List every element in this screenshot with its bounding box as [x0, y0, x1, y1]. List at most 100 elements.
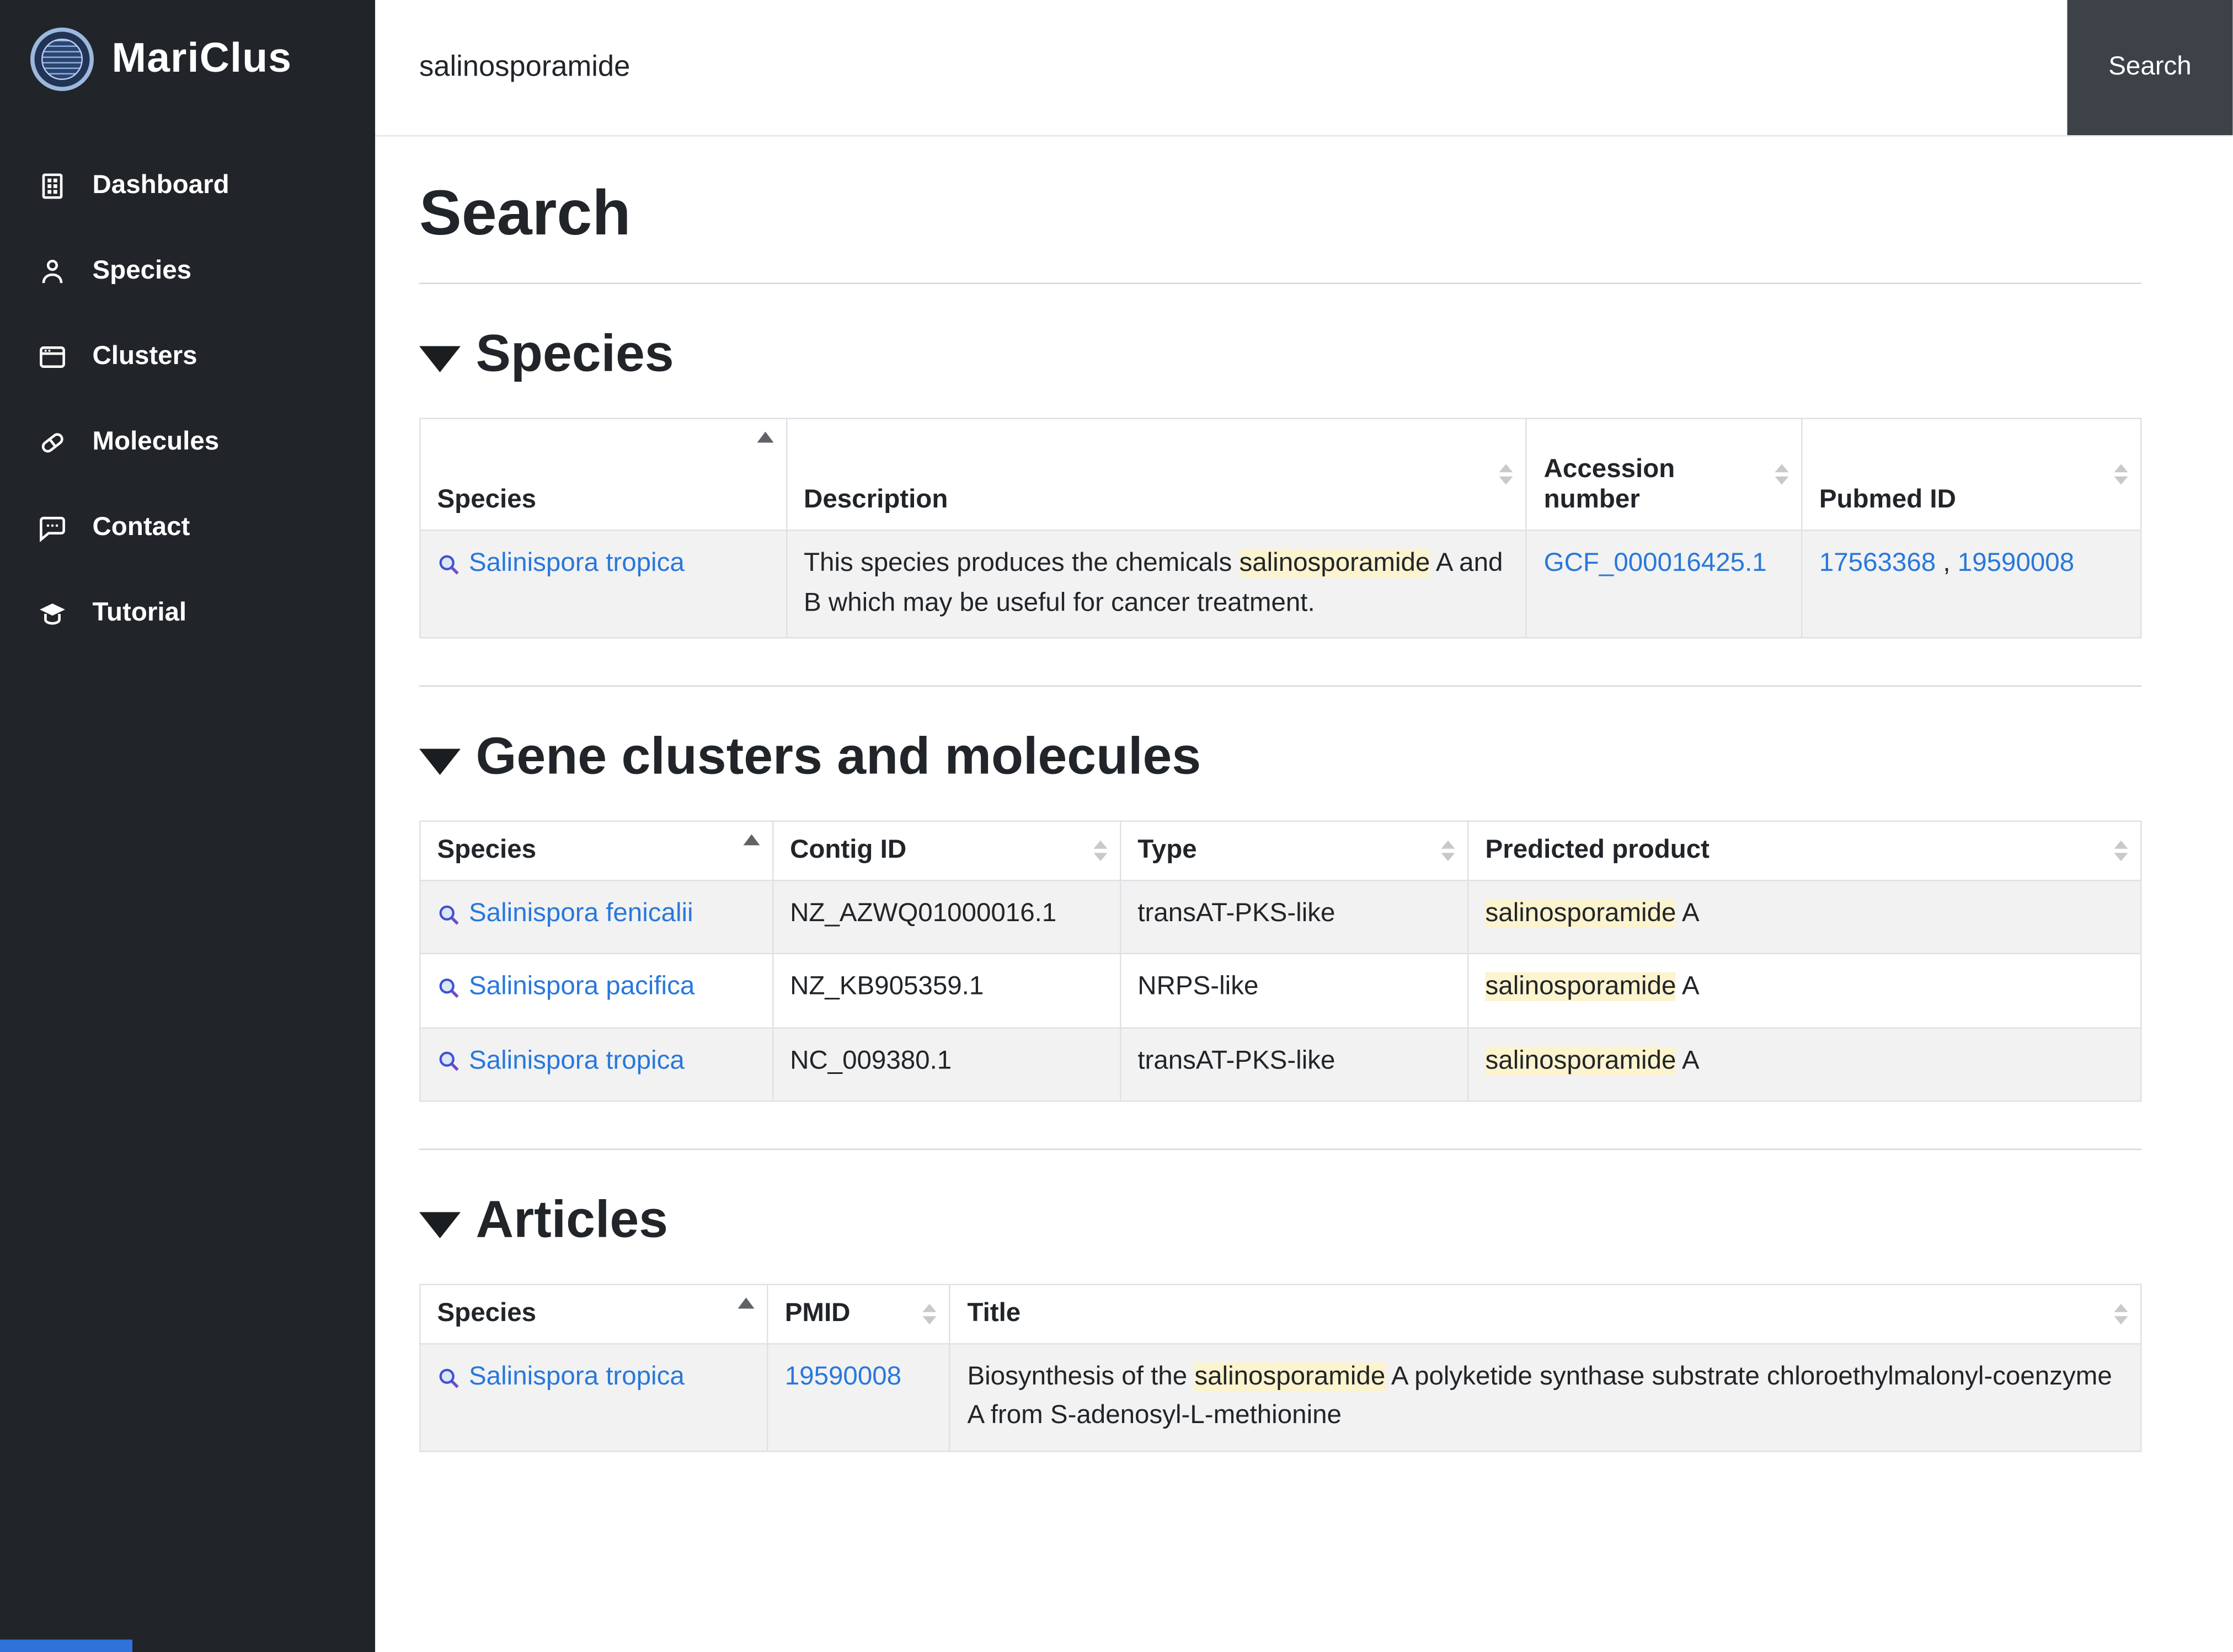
articles-section: Articles Species PMID Title Salinispora … — [419, 1191, 2142, 1452]
contact-icon — [36, 512, 69, 545]
pmid-link[interactable]: 19590008 — [785, 1362, 901, 1391]
brand[interactable]: MariClus — [0, 0, 375, 113]
column-header-product[interactable]: Predicted product — [1467, 820, 2142, 881]
pubmed-cell: 17563368 , 19590008 — [1801, 530, 2142, 639]
page-title: Search — [419, 177, 631, 248]
column-header-species[interactable]: Species — [419, 820, 774, 881]
search-button[interactable]: Search — [2067, 0, 2233, 135]
column-header-title[interactable]: Title — [949, 1283, 2142, 1344]
sidebar-item-clusters[interactable]: Clusters — [0, 314, 375, 400]
species-cell: Salinispora tropica — [419, 530, 788, 639]
sidebar-item-dashboard[interactable]: Dashboard — [0, 143, 375, 229]
species-icon — [36, 255, 69, 288]
highlight: salinosporamide — [1485, 899, 1676, 928]
contig-cell: NC_009380.1 — [772, 1027, 1121, 1102]
articles-section-header[interactable]: Articles — [419, 1191, 2142, 1250]
magnifier-icon — [437, 1366, 461, 1389]
sidebar-item-label: Dashboard — [92, 171, 229, 200]
molecules-icon — [36, 426, 69, 459]
highlight: salinosporamide — [1194, 1362, 1386, 1391]
sort-icon — [1775, 464, 1789, 485]
gene-clusters-section-header[interactable]: Gene clusters and molecules — [419, 728, 2142, 788]
product-cell: salinosporamide A — [1467, 879, 2142, 955]
sidebar-item-contact[interactable]: Contact — [0, 485, 375, 571]
dashboard-icon — [36, 170, 69, 203]
sort-icon — [2114, 840, 2128, 862]
column-header-description[interactable]: Description — [786, 418, 1527, 531]
pubmed-link[interactable]: 17563368 — [1819, 549, 1936, 578]
highlight: salinosporamide — [1485, 1046, 1676, 1075]
sort-ascending-icon — [757, 431, 774, 443]
accession-cell: GCF_000016425.1 — [1526, 530, 1803, 639]
table-row: Salinispora pacifica NZ_KB905359.1 NRPS-… — [419, 953, 2142, 1028]
table-row: Salinispora fenicalii NZ_AZWQ01000016.1 … — [419, 879, 2142, 955]
main-content: Search Species Species Description Acces… — [375, 137, 2233, 1452]
sidebar-item-label: Species — [92, 256, 192, 286]
collapse-icon — [419, 749, 461, 775]
sidebar-item-molecules[interactable]: Molecules — [0, 400, 375, 485]
column-header-species[interactable]: Species — [419, 418, 788, 531]
species-section: Species Species Description Accession nu… — [419, 325, 2142, 639]
search-input[interactable] — [375, 0, 2068, 135]
column-header-pubmed[interactable]: Pubmed ID — [1801, 418, 2142, 531]
table-row: Salinispora tropica This species produce… — [419, 530, 2142, 639]
sort-ascending-icon — [738, 1297, 755, 1308]
magnifier-icon — [437, 976, 461, 1000]
species-section-title: Species — [476, 325, 674, 383]
species-link[interactable]: Salinispora fenicalii — [437, 895, 693, 934]
species-cell: Salinispora tropica — [419, 1027, 774, 1102]
species-section-header[interactable]: Species — [419, 325, 2142, 385]
sort-icon — [2114, 1303, 2128, 1324]
sidebar-item-label: Molecules — [92, 427, 220, 457]
topbar: Search — [375, 0, 2233, 137]
accession-link[interactable]: GCF_000016425.1 — [1544, 549, 1767, 578]
sidebar-item-label: Contact — [92, 513, 190, 542]
species-link[interactable]: Salinispora pacifica — [437, 969, 695, 1008]
brand-logo-icon — [30, 28, 94, 91]
collapse-icon — [419, 1211, 461, 1238]
description-cell: This species produces the chemicals sali… — [786, 530, 1527, 639]
type-cell: transAT-PKS-like — [1119, 879, 1469, 955]
articles-table: Species PMID Title Salinispora tropica 1… — [419, 1283, 2142, 1452]
column-header-species[interactable]: Species — [419, 1283, 768, 1344]
divider — [419, 685, 2142, 687]
species-cell: Salinispora fenicalii — [419, 879, 774, 955]
column-header-accession[interactable]: Accession number — [1526, 418, 1803, 531]
column-header-pmid[interactable]: PMID — [767, 1283, 951, 1344]
species-link[interactable]: Salinispora tropica — [437, 1358, 685, 1397]
articles-section-title: Articles — [476, 1191, 669, 1249]
table-row: Salinispora tropica 19590008 Biosynthesi… — [419, 1343, 2142, 1452]
collapse-icon — [419, 346, 461, 372]
divider — [419, 282, 2142, 284]
sort-icon — [1499, 464, 1514, 485]
gene-clusters-table: Species Contig ID Type Predicted product… — [419, 820, 2142, 1102]
species-link[interactable]: Salinispora tropica — [437, 545, 685, 584]
sort-icon — [2114, 464, 2128, 485]
column-header-type[interactable]: Type — [1119, 820, 1469, 881]
sidebar-item-tutorial[interactable]: Tutorial — [0, 571, 375, 656]
divider — [419, 1148, 2142, 1150]
sidebar-item-label: Clusters — [92, 342, 197, 371]
title-cell: Biosynthesis of the salinosporamide A po… — [949, 1343, 2142, 1452]
tutorial-icon — [36, 597, 69, 630]
gene-clusters-section-title: Gene clusters and molecules — [476, 728, 1201, 786]
species-link[interactable]: Salinispora tropica — [437, 1042, 685, 1081]
sort-icon — [1441, 840, 1455, 862]
type-cell: NRPS-like — [1119, 953, 1469, 1028]
sort-icon — [923, 1303, 937, 1324]
species-cell: Salinispora tropica — [419, 1343, 768, 1452]
highlight: salinosporamide — [1485, 972, 1676, 1002]
sort-ascending-icon — [743, 834, 760, 846]
contig-cell: NZ_KB905359.1 — [772, 953, 1121, 1028]
sort-icon — [1093, 840, 1108, 862]
pubmed-link[interactable]: 19590008 — [1958, 549, 2074, 578]
sidebar-item-label: Tutorial — [92, 598, 187, 628]
clusters-icon — [36, 341, 69, 374]
column-header-contig[interactable]: Contig ID — [772, 820, 1121, 881]
footer-accent-bar — [0, 1639, 132, 1652]
contig-cell: NZ_AZWQ01000016.1 — [772, 879, 1121, 955]
sidebar: MariClus Dashboard Species Clusters Mole… — [0, 0, 375, 1652]
sidebar-item-species[interactable]: Species — [0, 229, 375, 314]
type-cell: transAT-PKS-like — [1119, 1027, 1469, 1102]
magnifier-icon — [437, 1050, 461, 1073]
